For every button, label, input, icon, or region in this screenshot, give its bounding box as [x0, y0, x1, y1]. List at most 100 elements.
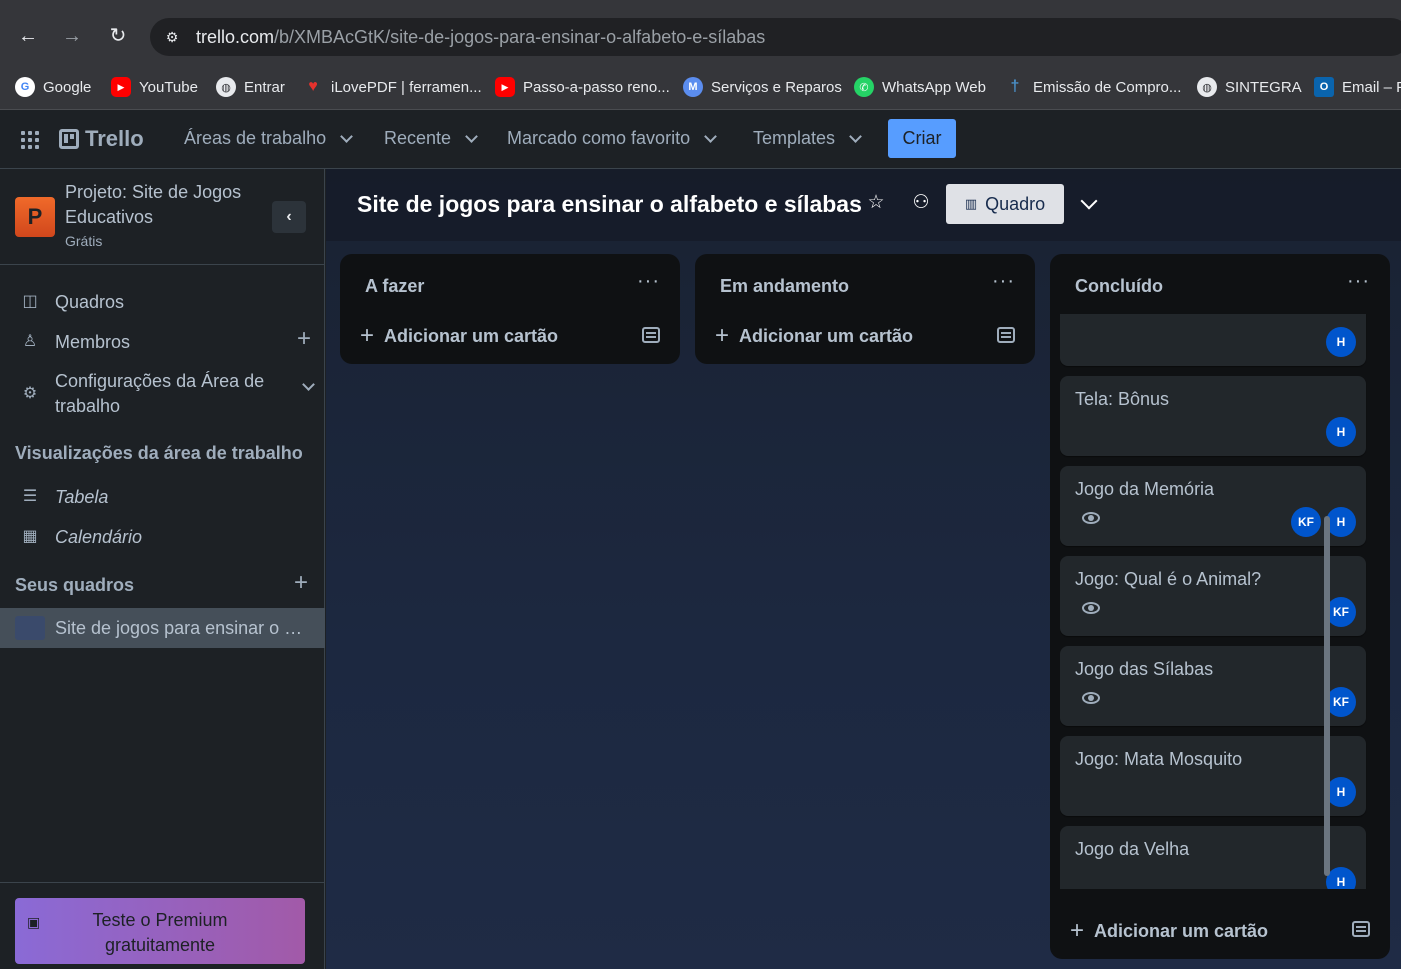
workspace-name[interactable]: Projeto: Site de Jogos Educativos — [65, 180, 265, 230]
reload-icon[interactable]: ↻ — [104, 22, 132, 50]
back-icon[interactable]: ← — [14, 22, 42, 50]
google-icon: G — [15, 77, 35, 97]
scrollbar-thumb[interactable] — [1324, 516, 1330, 876]
premium-section: ▣ Teste o Premium gratuitamente — [0, 882, 325, 969]
outlook-icon: O — [1314, 77, 1334, 97]
calendar-icon: ▦ — [22, 528, 38, 545]
sidebar-item-table[interactable]: ☰ Tabela — [0, 486, 325, 508]
add-card-label: Adicionar um cartão — [384, 325, 559, 346]
card[interactable]: Jogo da Velha H — [1060, 826, 1366, 889]
motorola-icon: M — [683, 77, 703, 97]
app-switcher-icon[interactable] — [20, 130, 40, 150]
logo-text: Trello — [85, 126, 144, 151]
bookmark-passo-a-passo[interactable]: ▶ Passo-a-passo reno... — [495, 74, 670, 100]
add-board-icon[interactable]: + — [294, 569, 308, 597]
bookmark-sintegra[interactable]: ◍ SINTEGRA — [1197, 74, 1302, 100]
visibility-icon[interactable]: ⚇ — [909, 191, 933, 215]
more-icon[interactable]: ··· — [992, 270, 1015, 293]
list-a-fazer: A fazer ··· + Adicionar um cartão — [340, 254, 680, 364]
board-title[interactable]: Site de jogos para ensinar o alfabeto e … — [357, 191, 862, 218]
bookmark-google[interactable]: G Google — [15, 74, 91, 100]
board-view-icon: ▥ — [964, 196, 978, 211]
bookmark-label: YouTube — [139, 78, 198, 96]
sidebar-board-item[interactable]: Site de jogos para ensinar o alfabeto e … — [0, 608, 325, 648]
create-button[interactable]: Criar — [888, 119, 956, 158]
card[interactable]: Jogo: Mata Mosquito H — [1060, 736, 1366, 816]
address-bar[interactable]: ⚙ trello.com/b/XMBAcGtK/site-de-jogos-pa… — [150, 18, 1401, 56]
templates-menu[interactable]: Templates — [753, 128, 862, 149]
ilovepdf-icon: ♥ — [308, 78, 318, 95]
trello-logo-icon — [59, 129, 79, 149]
bookmark-email[interactable]: O Email – P — [1314, 74, 1401, 100]
list-title[interactable]: Concluído — [1075, 276, 1163, 297]
card[interactable]: Jogo da Memória KF H — [1060, 466, 1366, 546]
bookmark-servicos[interactable]: M Serviços e Reparos — [683, 74, 842, 100]
url-text[interactable]: trello.com/b/XMBAcGtK/site-de-jogos-para… — [196, 27, 765, 48]
board-name: Site de jogos para ensinar o alfabeto e … — [55, 618, 310, 638]
caduceus-icon: † — [1010, 78, 1020, 95]
bookmark-entrar[interactable]: ◍ Entrar — [216, 74, 285, 100]
starred-menu[interactable]: Marcado como favorito — [507, 128, 717, 149]
watch-eye-icon — [1082, 692, 1100, 704]
trello-logo[interactable]: Trello — [59, 126, 144, 152]
bookmark-label: SINTEGRA — [1225, 78, 1302, 96]
chevron-down-icon — [849, 129, 862, 143]
workspace-avatar[interactable]: P — [15, 197, 55, 237]
chevron-down-icon[interactable] — [302, 378, 315, 391]
bookmark-label: Google — [43, 78, 92, 96]
bookmark-ilovepdf[interactable]: ♥ iLovePDF | ferramen... — [303, 74, 481, 100]
member-avatar[interactable]: KF — [1291, 507, 1321, 537]
more-icon[interactable]: ··· — [637, 270, 660, 293]
more-icon[interactable]: ··· — [1347, 270, 1370, 293]
menu-label: Templates — [753, 128, 836, 148]
workspace-header: P Projeto: Site de Jogos Educativos Grát… — [0, 169, 325, 265]
list-title[interactable]: A fazer — [365, 276, 424, 297]
chevron-down-icon — [465, 129, 478, 143]
bookmark-emissao[interactable]: † Emissão de Compro... — [1005, 74, 1182, 100]
add-card-button[interactable]: + Adicionar um cartão — [1070, 917, 1268, 945]
card[interactable]: H — [1060, 314, 1366, 366]
bookmark-label: Serviços e Reparos — [711, 78, 842, 96]
list-title[interactable]: Em andamento — [720, 276, 849, 297]
card[interactable]: Tela: Bônus H — [1060, 376, 1366, 456]
bookmark-whatsapp[interactable]: ✆ WhatsApp Web — [854, 74, 986, 100]
add-card-button[interactable]: + Adicionar um cartão — [715, 322, 913, 350]
sidebar-item-label: Configurações da Área de trabalho — [55, 371, 265, 416]
board-header: Site de jogos para ensinar o alfabeto e … — [326, 169, 1401, 241]
forward-icon[interactable]: → — [58, 22, 86, 50]
card-title: Tela: Bônus — [1075, 389, 1170, 409]
bookmark-label: WhatsApp Web — [882, 78, 986, 96]
chevron-down-icon[interactable] — [1080, 192, 1098, 210]
sidebar-item-boards[interactable]: ◫ Quadros — [0, 291, 325, 313]
bookmark-youtube[interactable]: ▶ YouTube — [111, 74, 198, 100]
recent-menu[interactable]: Recente — [384, 128, 478, 149]
sidebar-item-settings[interactable]: ⚙ Configurações da Área de trabalho — [0, 369, 325, 421]
board-view-button[interactable]: ▥ Quadro — [946, 184, 1064, 224]
list-scrollbar[interactable] — [1322, 316, 1332, 898]
view-label: Quadro — [985, 193, 1046, 214]
gear-icon: ⚙ — [22, 385, 38, 402]
bookmark-label: Entrar — [244, 78, 285, 96]
sidebar-item-members[interactable]: ♙ Membros + — [0, 325, 325, 353]
add-card-button[interactable]: + Adicionar um cartão — [360, 322, 558, 350]
card[interactable]: Jogo das Sílabas KF — [1060, 646, 1366, 726]
card-title: Jogo das Sílabas — [1075, 659, 1214, 679]
collapse-sidebar-button[interactable]: ‹ — [272, 201, 306, 233]
card-template-icon[interactable] — [1352, 921, 1370, 937]
card-template-icon[interactable] — [642, 327, 660, 343]
table-icon: ☰ — [22, 488, 38, 505]
plus-icon: + — [715, 322, 730, 349]
card-title: Jogo: Qual é o Animal? — [1075, 569, 1262, 589]
sidebar-item-label: Tabela — [55, 486, 109, 507]
add-member-icon[interactable]: + — [297, 325, 311, 353]
sidebar-item-calendar[interactable]: ▦ Calendário — [0, 526, 325, 548]
youtube-icon: ▶ — [111, 77, 131, 97]
star-icon[interactable]: ☆ — [864, 191, 888, 215]
site-settings-icon[interactable]: ⚙ — [162, 27, 182, 47]
workspaces-menu[interactable]: Áreas de trabalho — [184, 128, 353, 149]
premium-trial-button[interactable]: ▣ Teste o Premium gratuitamente — [15, 898, 305, 964]
card-template-icon[interactable] — [997, 327, 1015, 343]
globe-icon: ◍ — [1197, 77, 1217, 97]
card[interactable]: Jogo: Qual é o Animal? KF — [1060, 556, 1366, 636]
chevron-down-icon — [340, 129, 353, 143]
